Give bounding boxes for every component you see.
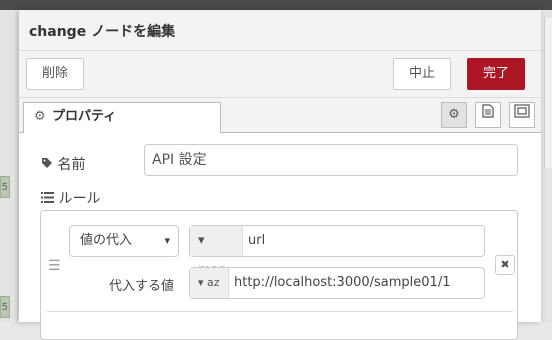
appearance-tab-button[interactable] [509,102,535,128]
name-label: 名前 [41,154,85,174]
drag-handle-icon[interactable]: ☰ [48,258,61,274]
rules-list: ☰ 値の代入 ▾ ▾ msg. url ✖ 代入する値 ▾ az http://… [40,210,518,340]
delete-button[interactable]: 削除 [26,58,84,90]
tab-label: プロパティ [52,109,117,124]
property-input[interactable]: ▾ msg. url [189,225,485,278]
cancel-button[interactable]: 中止 [393,58,451,90]
value-text: http://localhost:3000/sample01/1 [234,275,451,290]
remove-rule-button[interactable]: ✖ [495,255,515,275]
gear-icon: ⚙ [448,107,460,122]
edit-tray: change ノードを編集 削除 中止 完了 ⚙ プロパティ ⚙ 名前 API … [19,10,541,340]
tab-bar: ⚙ プロパティ ⚙ [19,98,541,133]
tray-toolbar: 削除 中止 完了 [19,51,541,98]
scrollbar[interactable] [544,18,552,168]
editor-header [0,0,552,10]
done-button[interactable]: 完了 [467,58,525,90]
gear-icon: ⚙ [34,109,46,124]
workspace-background [0,10,12,322]
background-node: 5 [0,296,10,318]
list-icon [41,191,58,207]
property-type-button[interactable]: ▾ msg. [190,226,243,278]
expand-icon [514,104,530,122]
tag-icon [41,157,57,173]
name-input[interactable]: API 設定 [144,144,518,176]
chevron-down-icon: ▾ [164,234,170,247]
rules-label: ルール [41,188,100,208]
set-value-label: 代入する値 [109,279,175,294]
document-icon [482,104,494,122]
rule-action-select[interactable]: 値の代入 ▾ [69,225,179,257]
divider [47,311,513,312]
background-node: 5 [0,176,10,198]
property-value: url [248,233,266,248]
description-tab-button[interactable] [475,102,501,128]
string-type-icon[interactable]: ▾ az [190,268,229,298]
tab-properties[interactable]: ⚙ プロパティ [23,102,221,133]
value-input[interactable]: ▾ az http://localhost:3000/sample01/1 [189,267,485,299]
tray-title: change ノードを編集 [29,24,176,40]
tray-header: change ノードを編集 [19,10,541,51]
settings-tab-button[interactable]: ⚙ [441,102,467,128]
